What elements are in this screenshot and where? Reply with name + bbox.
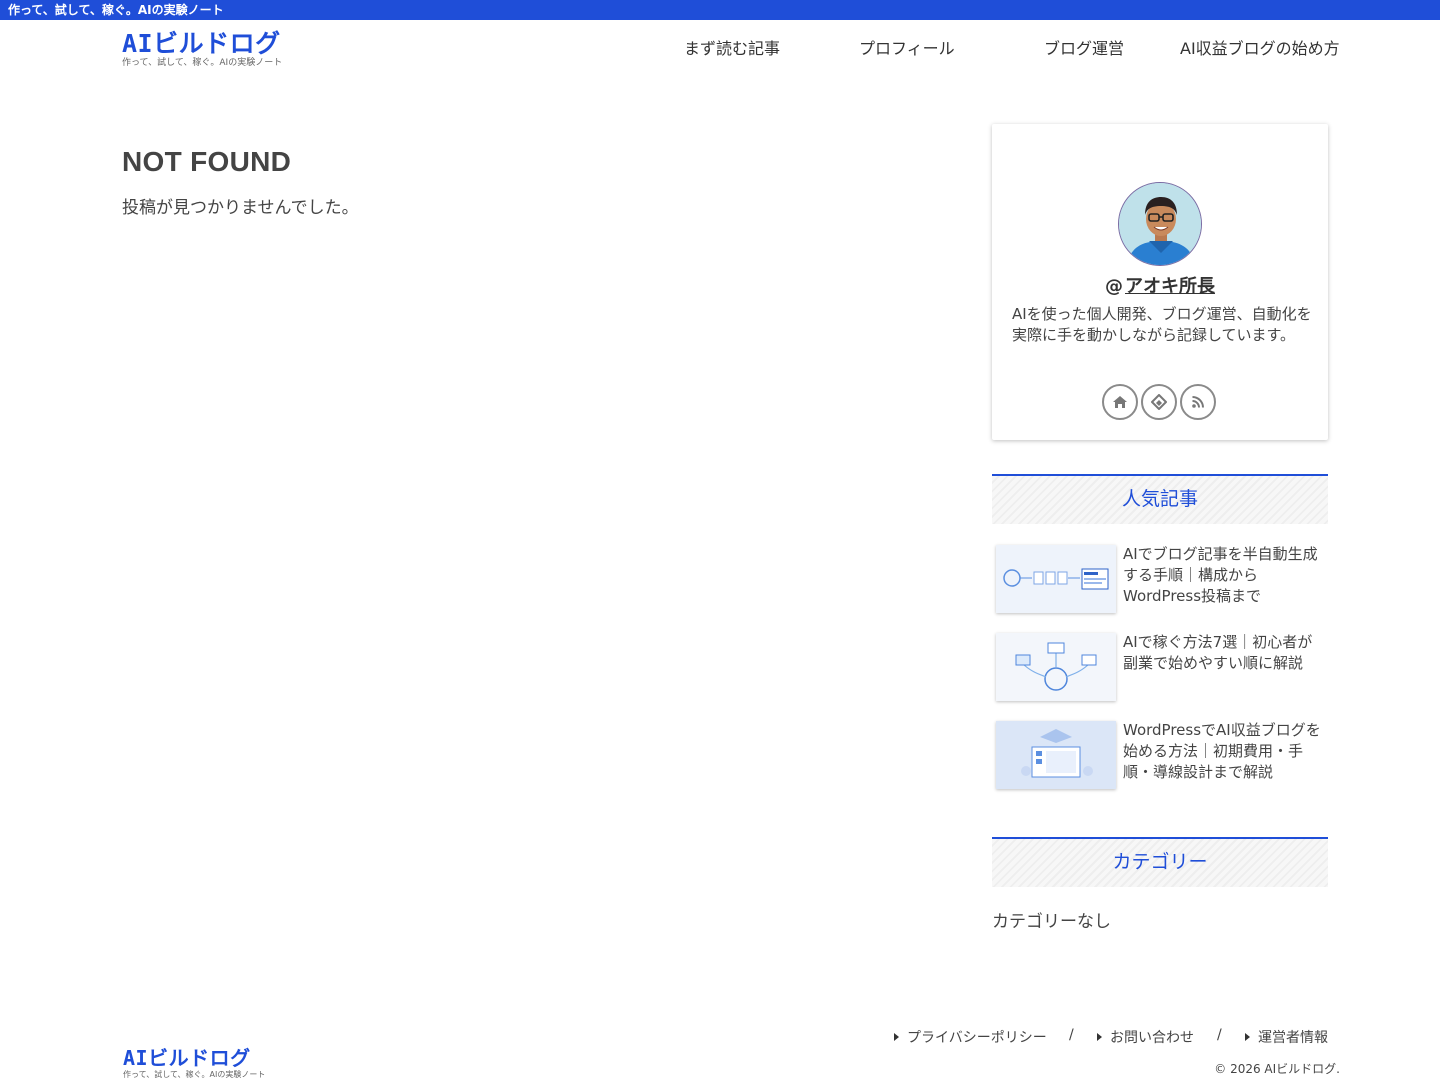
post-title: WordPressでAI収益ブログを始める方法｜初期費用・手順・導線設計まで解説 [1123, 721, 1321, 781]
main-nav: まず読む記事 プロフィール ブログ運営 AI収益ブログの始め方 [640, 38, 1360, 62]
footer-link-label: プライバシーポリシー [907, 1030, 1047, 1046]
home-icon [1113, 396, 1127, 408]
site-logo[interactable]: AIビルドログ 作って、試して、稼ぐ。AIの実験ノート [122, 30, 282, 69]
site-title: AIビルドログ [122, 29, 281, 58]
footer-logo[interactable]: AIビルドログ 作って、試して、稼ぐ。AIの実験ノート [123, 1046, 265, 1079]
footer-links: プライバシーポリシー / お問い合わせ / 運営者情報 [880, 1027, 1340, 1047]
caret-right-icon [894, 1033, 899, 1041]
footer-separator: / [1217, 1027, 1222, 1043]
footer-link-privacy[interactable]: プライバシーポリシー [894, 1027, 1047, 1047]
profile-name[interactable]: @ アオキ所長 [992, 272, 1328, 298]
footer-link-operator[interactable]: 運営者情報 [1245, 1027, 1328, 1047]
post-thumbnail [996, 633, 1116, 701]
post-thumbnail [996, 721, 1116, 789]
popular-post[interactable]: AIでブログ記事を半自動生成する手順｜構成からWordPress投稿まで [996, 545, 1328, 615]
post-thumbnail [996, 545, 1116, 613]
rss-link[interactable] [1180, 384, 1216, 420]
site-tagline: 作って、試して、稼ぐ。AIの実験ノート [122, 58, 283, 68]
post-title: AIで稼ぐ方法7選｜初心者が副業で始めやすい順に解説 [1123, 633, 1313, 672]
feedly-link[interactable] [1141, 384, 1177, 420]
footer-site-title: AIビルドログ [123, 1046, 251, 1070]
page-title: NOT FOUND [122, 146, 292, 177]
nav-item-first-read[interactable]: まず読む記事 [684, 38, 780, 60]
copyright: © 2026 AIビルドログ. [1214, 1062, 1340, 1076]
popular-post[interactable]: AIで稼ぐ方法7選｜初心者が副業で始めやすい順に解説 [996, 633, 1328, 703]
footer-separator: / [1069, 1027, 1074, 1043]
footer-link-label: お問い合わせ [1110, 1030, 1194, 1046]
feedly-icon [1151, 394, 1167, 410]
footer-link-label: 運営者情報 [1258, 1030, 1328, 1046]
profile-username: アオキ所長 [1125, 276, 1215, 297]
nav-item-blog-management[interactable]: ブログ運営 [1044, 38, 1124, 60]
avatar [1118, 182, 1202, 266]
nav-item-profile[interactable]: プロフィール [859, 38, 955, 60]
top-banner-text: 作って、試して、稼ぐ。AIの実験ノート [8, 3, 224, 17]
footer-site-tagline: 作って、試して、稼ぐ。AIの実験ノート [123, 1070, 266, 1079]
nav-item-ai-blog-guide[interactable]: AI収益ブログの始め方 [1180, 38, 1340, 60]
home-link[interactable] [1102, 384, 1138, 420]
no-category-text: カテゴリーなし [992, 912, 1111, 932]
rss-icon [1192, 396, 1204, 408]
footer-link-contact[interactable]: お問い合わせ [1097, 1027, 1194, 1047]
top-banner: 作って、試して、稼ぐ。AIの実験ノート [0, 0, 1440, 20]
profile-description: AIを使った個人開発、ブログ運営、自動化を実際に手を動かしながら記録しています。 [1012, 305, 1312, 344]
popular-post[interactable]: WordPressでAI収益ブログを始める方法｜初期費用・手順・導線設計まで解説 [996, 721, 1328, 791]
post-title: AIでブログ記事を半自動生成する手順｜構成からWordPress投稿まで [1123, 545, 1318, 605]
caret-right-icon [1097, 1033, 1102, 1041]
profile-at-sign: @ [1105, 276, 1123, 297]
caret-right-icon [1245, 1033, 1250, 1041]
not-found-message: 投稿が見つかりませんでした。 [122, 198, 359, 218]
social-links [1102, 384, 1218, 420]
profile-card: @ アオキ所長 AIを使った個人開発、ブログ運営、自動化を実際に手を動かしながら記… [992, 124, 1328, 440]
popular-posts-heading: 人気記事 [992, 474, 1328, 524]
category-heading: カテゴリー [992, 837, 1328, 887]
